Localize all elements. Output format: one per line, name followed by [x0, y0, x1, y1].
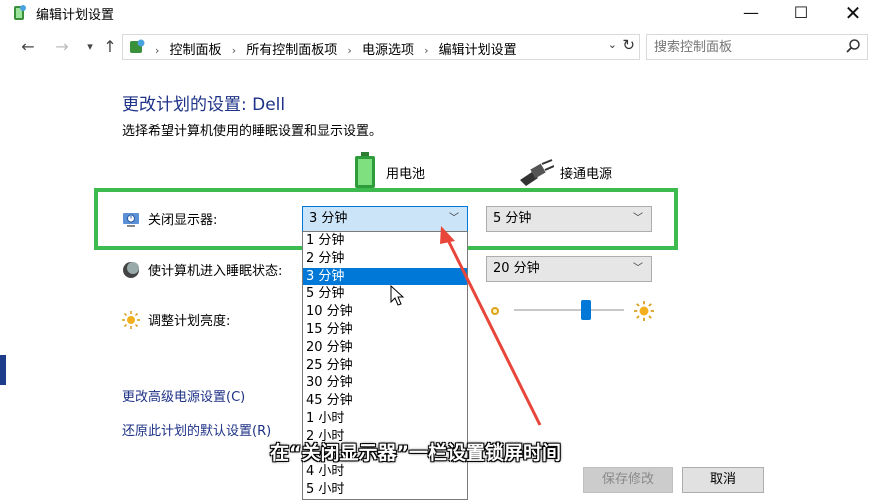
search-box[interactable]: [646, 34, 868, 60]
maximize-button[interactable]: ☐: [778, 0, 824, 26]
power-plug-icon: [520, 159, 554, 186]
search-icon[interactable]: [845, 38, 861, 54]
dropdown-option[interactable]: 3 分钟: [303, 267, 467, 286]
maximize-icon: ☐: [793, 3, 809, 22]
brightness-slider-track[interactable]: [514, 309, 624, 311]
display-off-label: 关闭显示器:: [148, 213, 218, 228]
brightness-row-label: 调整计划亮度:: [122, 310, 230, 329]
sleep-plugged-value: 20 分钟: [493, 261, 540, 276]
chevron-right-icon: ›: [231, 44, 237, 57]
refresh-icon[interactable]: ↻: [622, 36, 635, 54]
breadcrumb[interactable]: › 控制面板 › 所有控制面板项 › 电源选项 › 编辑计划设置 ⌄ ↻: [122, 34, 640, 60]
battery-label: 用电池: [386, 167, 426, 182]
dropdown-option[interactable]: 1 小时: [303, 410, 467, 428]
close-button[interactable]: ✕: [830, 0, 876, 26]
close-icon: ✕: [844, 1, 862, 25]
advanced-power-settings-link[interactable]: 更改高级电源设置(C): [122, 386, 245, 405]
minimize-icon: —: [743, 3, 759, 22]
sun-bright-icon: [634, 301, 654, 321]
control-panel-icon: [130, 39, 145, 53]
chevron-down-icon: ﹀: [449, 213, 459, 224]
dropdown-option[interactable]: 1 分钟: [303, 232, 467, 250]
display-off-battery-value: 3 分钟: [309, 211, 348, 226]
dropdown-option[interactable]: 5 分钟: [303, 285, 467, 303]
breadcrumb-power-options[interactable]: 电源选项: [362, 43, 414, 58]
display-off-plugged-select[interactable]: 5 分钟 ﹀: [486, 206, 652, 232]
search-input[interactable]: [647, 35, 837, 59]
forward-button[interactable]: →: [52, 35, 72, 59]
window-title: 编辑计划设置: [36, 8, 115, 23]
breadcrumb-edit-plan[interactable]: 编辑计划设置: [439, 43, 517, 58]
left-edge-strip: [0, 355, 6, 385]
dropdown-option[interactable]: 30 分钟: [303, 374, 467, 392]
cancel-button[interactable]: 取消: [682, 467, 764, 493]
display-off-battery-select[interactable]: 3 分钟 ﹀: [302, 206, 468, 232]
recent-locations-button[interactable]: ▾: [80, 35, 100, 59]
chevron-right-icon: ›: [347, 44, 352, 57]
chevron-down-icon[interactable]: ⌄: [608, 38, 617, 51]
page-title: 更改计划的设置: Dell: [122, 95, 286, 115]
dropdown-option[interactable]: 45 分钟: [303, 392, 467, 410]
title-bar: 编辑计划设置 — ☐ ✕: [0, 0, 889, 26]
battery-icon: [355, 152, 375, 188]
restore-defaults-link[interactable]: 还原此计划的默认设置(R): [122, 420, 271, 439]
brightness-label: 调整计划亮度:: [148, 314, 231, 329]
moon-icon: [123, 261, 139, 278]
video-caption: 在“关闭显示器”一栏设置锁屏时间: [270, 442, 561, 464]
breadcrumb-control-panel[interactable]: 控制面板: [170, 43, 222, 58]
back-button[interactable]: ←: [18, 35, 38, 59]
dropdown-option[interactable]: 2 分钟: [303, 250, 467, 268]
sun-icon: [122, 310, 140, 329]
display-icon: [123, 212, 139, 227]
sleep-label: 使计算机进入睡眠状态:: [148, 264, 283, 279]
breadcrumb-all-items[interactable]: 所有控制面板项: [246, 43, 337, 58]
chevron-down-icon: ﹀: [633, 263, 643, 274]
page-subtitle: 选择希望计算机使用的睡眠设置和显示设置。: [122, 124, 383, 139]
dropdown-option[interactable]: 15 分钟: [303, 321, 467, 339]
display-off-row-label: 关闭显示器:: [122, 209, 217, 228]
dropdown-option[interactable]: 10 分钟: [303, 303, 467, 321]
power-options-icon: [14, 5, 26, 20]
chevron-right-icon: ›: [424, 44, 429, 57]
plugged-in-label: 接通电源: [560, 167, 613, 182]
dropdown-option[interactable]: 5 小时: [303, 481, 467, 499]
save-changes-button[interactable]: 保存修改: [583, 467, 673, 493]
sleep-plugged-select[interactable]: 20 分钟 ﹀: [486, 256, 652, 282]
chevron-right-icon: ›: [155, 44, 160, 57]
breadcrumb-items: › 控制面板 › 所有控制面板项 › 电源选项 › 编辑计划设置: [149, 39, 517, 58]
up-button[interactable]: ↑: [100, 35, 120, 59]
dropdown-option[interactable]: 25 分钟: [303, 357, 467, 375]
minimize-button[interactable]: —: [728, 0, 774, 26]
sleep-row-label: 使计算机进入睡眠状态:: [122, 260, 282, 279]
dropdown-option[interactable]: 20 分钟: [303, 339, 467, 357]
dropdown-option[interactable]: 4 小时: [303, 463, 467, 481]
chevron-down-icon: ﹀: [633, 213, 643, 224]
brightness-slider-thumb[interactable]: [580, 300, 591, 320]
sun-dim-icon: [491, 307, 499, 315]
display-off-plugged-value: 5 分钟: [493, 211, 532, 226]
address-bar: ← → ▾ ↑ › 控制面板 › 所有控制面板项 › 电源选项 › 编辑计划设置…: [0, 30, 889, 64]
